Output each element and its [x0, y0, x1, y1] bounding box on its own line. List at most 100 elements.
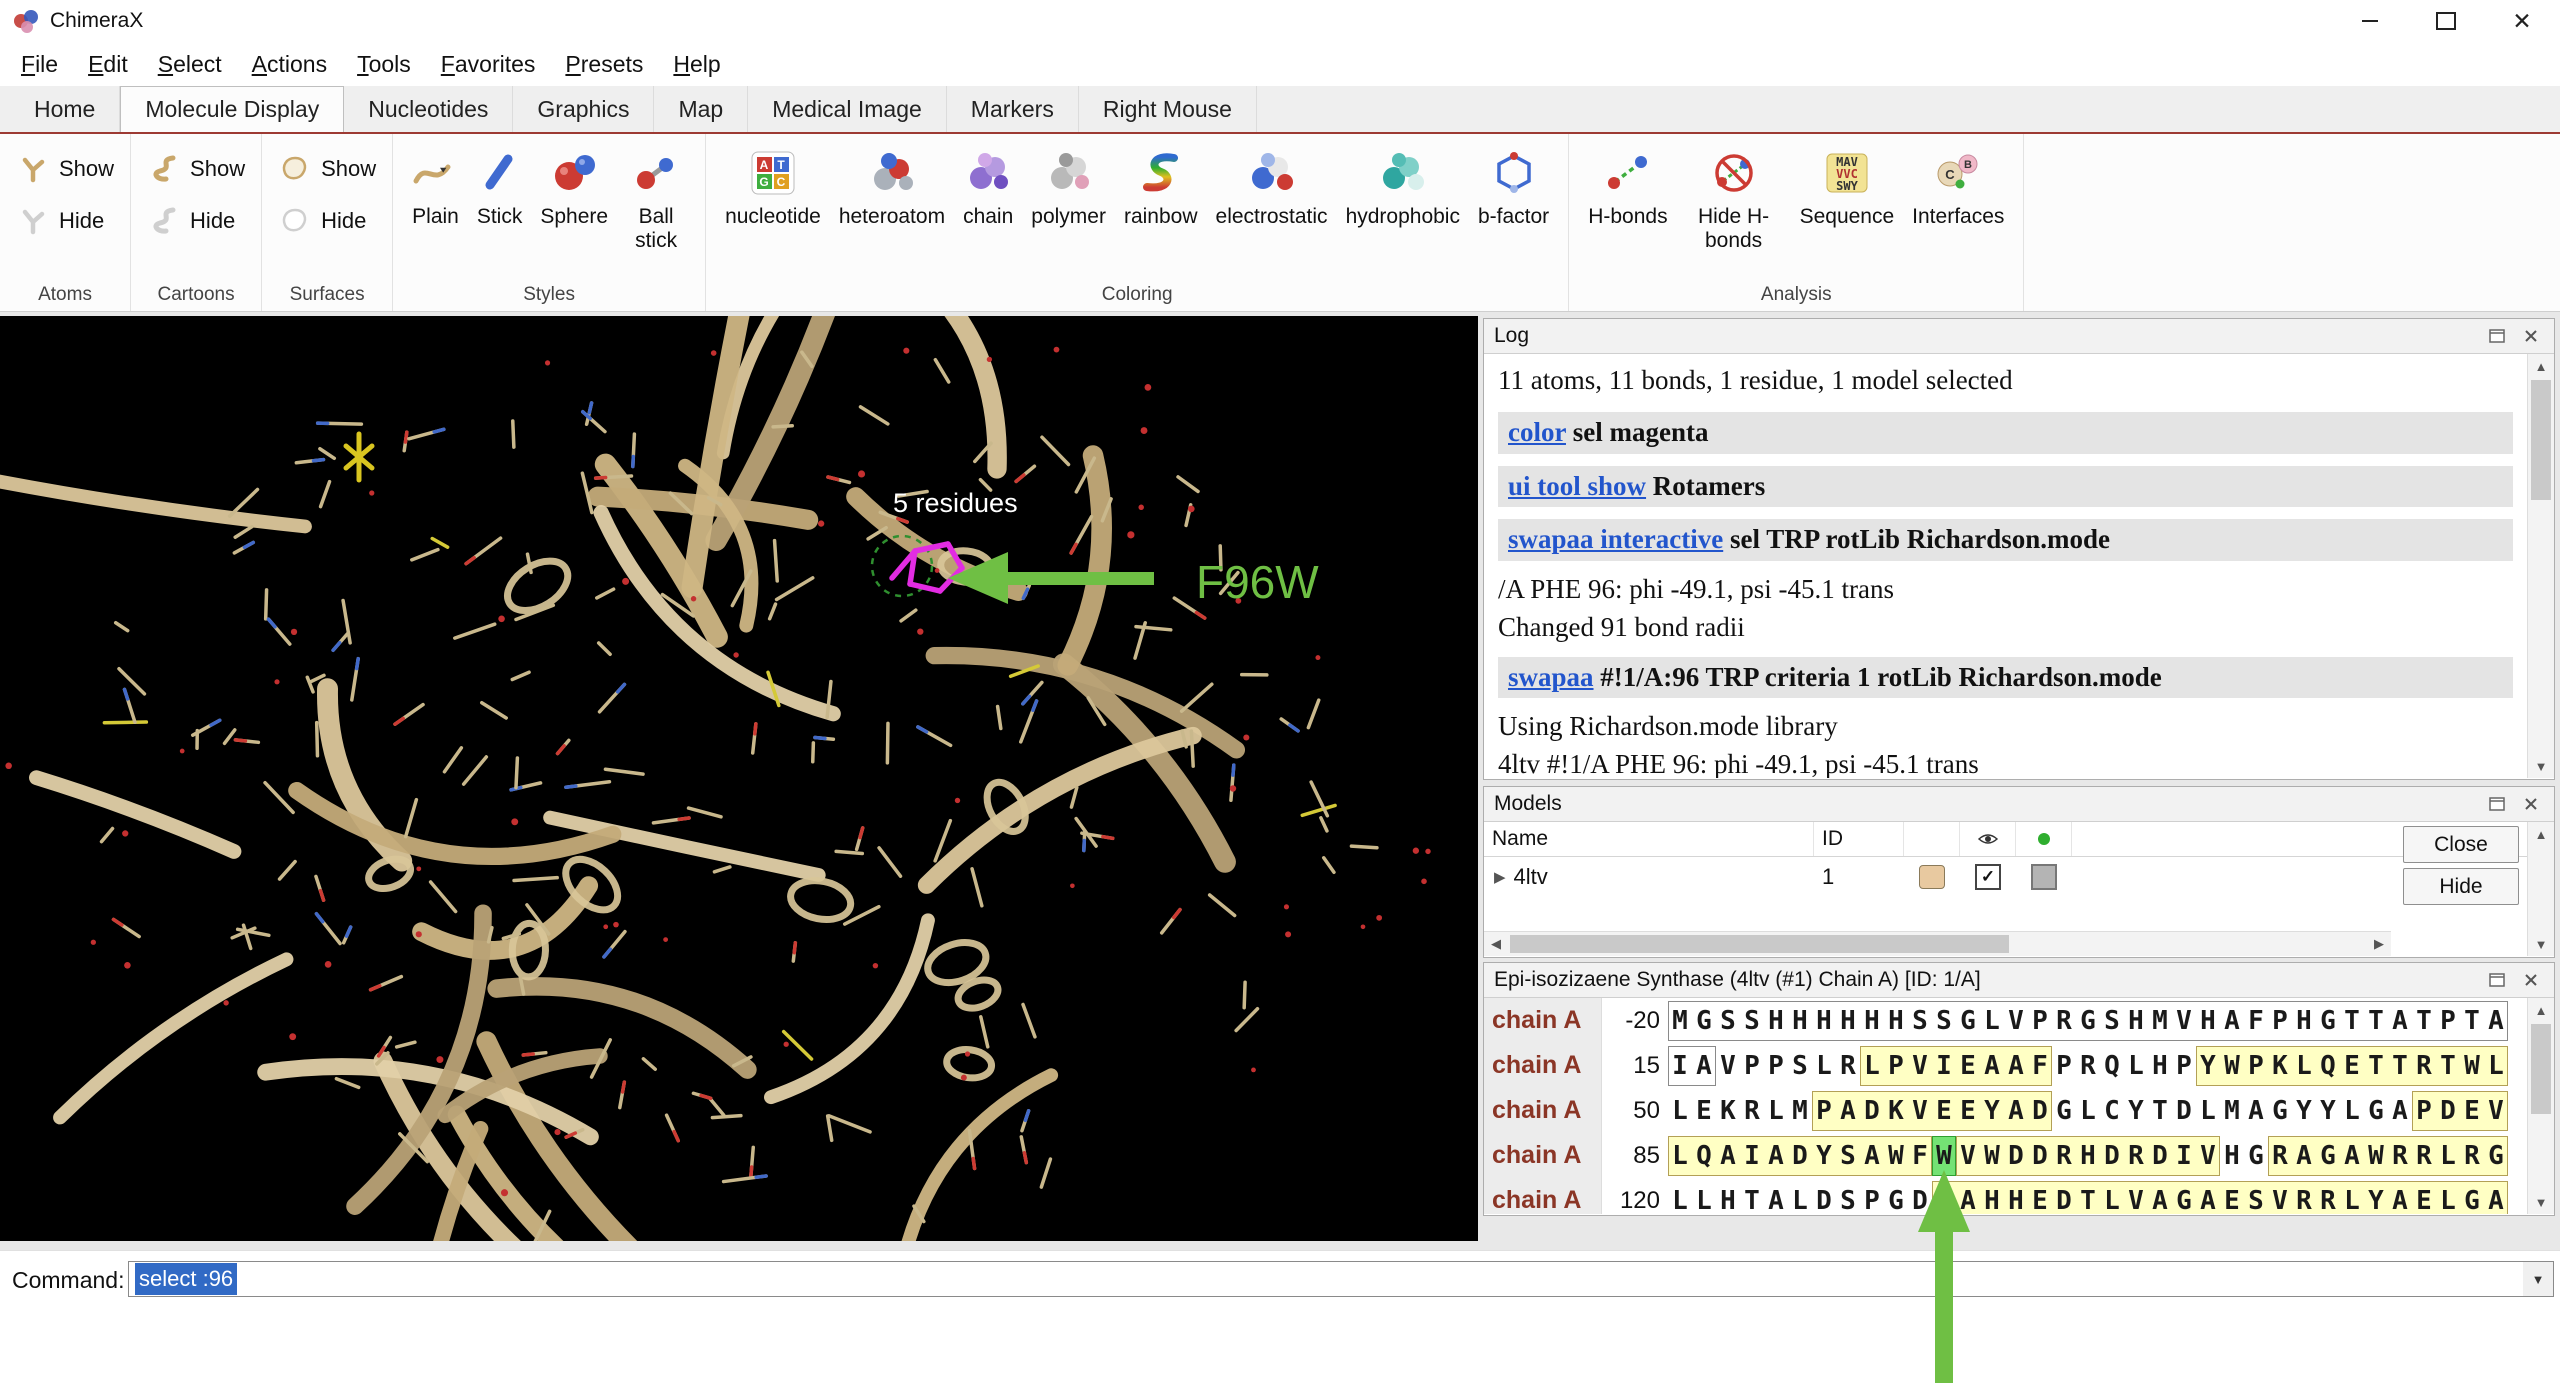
sequence-letter[interactable]: V: [2172, 1001, 2196, 1041]
sequence-letter[interactable]: T: [2460, 1001, 2484, 1041]
cartoons-show-button[interactable]: Show: [141, 148, 251, 190]
sequence-letter[interactable]: H: [1764, 1001, 1788, 1041]
sequence-letter[interactable]: A: [2244, 1091, 2268, 1131]
column-header-shown[interactable]: [1960, 822, 2016, 856]
sequence-letter[interactable]: T: [2148, 1091, 2172, 1131]
coloring-electrostatic-button[interactable]: electrostatic: [1207, 142, 1337, 231]
sequence-letter[interactable]: H: [1884, 1001, 1908, 1041]
scroll-down-icon[interactable]: ▼: [2528, 754, 2554, 778]
sequence-letter[interactable]: I: [1740, 1136, 1764, 1176]
sequence-letter[interactable]: L: [2196, 1091, 2220, 1131]
sequence-letter[interactable]: L: [2076, 1091, 2100, 1131]
coloring-heteroatom-button[interactable]: heteroatom: [830, 142, 954, 231]
atoms-hide-button[interactable]: Hide: [10, 200, 120, 242]
tab-map[interactable]: Map: [654, 86, 748, 132]
sequence-letter[interactable]: E: [2412, 1181, 2436, 1215]
style-plain-button[interactable]: Plain: [403, 142, 468, 231]
sequence-letter[interactable]: G: [2484, 1136, 2508, 1176]
sequence-letter[interactable]: G: [2052, 1091, 2076, 1131]
menu-favorites[interactable]: Favorites: [426, 45, 551, 84]
sequence-letter[interactable]: A: [2196, 1181, 2220, 1215]
sequence-letter[interactable]: G: [2268, 1091, 2292, 1131]
sequence-letter[interactable]: D: [1812, 1181, 1836, 1215]
sequence-letter[interactable]: P: [1764, 1046, 1788, 1086]
sequence-letter[interactable]: E: [2340, 1046, 2364, 1086]
sequence-letter[interactable]: R: [2460, 1136, 2484, 1176]
sequence-letter[interactable]: M: [1668, 1001, 1692, 1041]
sequence-letter[interactable]: E: [1956, 1046, 1980, 1086]
sequence-letter[interactable]: L: [2484, 1046, 2508, 1086]
menu-select[interactable]: Select: [143, 45, 237, 84]
sequence-letter[interactable]: I: [1932, 1046, 1956, 1086]
sequence-letter[interactable]: W: [1932, 1136, 1956, 1176]
column-header-selected[interactable]: [2016, 822, 2072, 856]
tab-molecule-display[interactable]: Molecule Display: [120, 86, 344, 132]
sequence-letter[interactable]: V: [1956, 1136, 1980, 1176]
sequence-letter[interactable]: D: [2172, 1091, 2196, 1131]
sequence-letter[interactable]: E: [2028, 1181, 2052, 1215]
surfaces-hide-button[interactable]: Hide: [272, 200, 382, 242]
sequence-letter[interactable]: W: [2460, 1046, 2484, 1086]
sequence-letter[interactable]: A: [2292, 1136, 2316, 1176]
tab-nucleotides[interactable]: Nucleotides: [344, 86, 513, 132]
sequence-letter[interactable]: C: [2100, 1091, 2124, 1131]
sequence-letter[interactable]: E: [1692, 1091, 1716, 1131]
sequence-letter[interactable]: D: [2436, 1091, 2460, 1131]
sequence-letter[interactable]: K: [1716, 1091, 1740, 1131]
sequence-letter[interactable]: H: [1812, 1001, 1836, 1041]
surfaces-show-button[interactable]: Show: [272, 148, 382, 190]
sequence-letter[interactable]: T: [2388, 1046, 2412, 1086]
sequence-letter[interactable]: V: [2196, 1136, 2220, 1176]
sequence-letter[interactable]: P: [2244, 1046, 2268, 1086]
sequence-letter[interactable]: R: [2076, 1046, 2100, 1086]
menu-help[interactable]: Help: [658, 45, 735, 84]
sequence-button[interactable]: MAVVVCSWY Sequence: [1791, 142, 1904, 231]
sequence-letter[interactable]: H: [2124, 1001, 2148, 1041]
models-close-button[interactable]: Close: [2403, 826, 2519, 863]
scroll-left-icon[interactable]: ◀: [1484, 932, 1508, 956]
models-h-scrollbar[interactable]: ◀ ▶: [1484, 931, 2391, 956]
log-command-link[interactable]: color: [1508, 417, 1566, 447]
sequence-letter[interactable]: P: [2028, 1001, 2052, 1041]
sequence-letter[interactable]: R: [2412, 1136, 2436, 1176]
sequence-letter[interactable]: P: [1860, 1181, 1884, 1215]
sequence-letter[interactable]: A: [1932, 1181, 1956, 1215]
sequence-letter[interactable]: D: [2148, 1136, 2172, 1176]
sequence-letter[interactable]: Y: [2292, 1091, 2316, 1131]
sequence-letter[interactable]: E: [1956, 1091, 1980, 1131]
command-input[interactable]: select :96: [128, 1261, 2524, 1297]
close-panel-icon[interactable]: [2518, 325, 2544, 347]
sequence-letter[interactable]: V: [2268, 1181, 2292, 1215]
scroll-thumb[interactable]: [2531, 1024, 2551, 1114]
close-panel-icon[interactable]: [2518, 793, 2544, 815]
sequence-letter[interactable]: Y: [2124, 1091, 2148, 1131]
sequence-letter[interactable]: P: [1740, 1046, 1764, 1086]
sequence-letter[interactable]: D: [2100, 1136, 2124, 1176]
sequence-letter[interactable]: R: [2292, 1181, 2316, 1215]
sequence-letter[interactable]: S: [1716, 1001, 1740, 1041]
sequence-letter[interactable]: A: [1980, 1046, 2004, 1086]
sequence-letter[interactable]: G: [2172, 1181, 2196, 1215]
sequence-letter[interactable]: L: [2292, 1046, 2316, 1086]
sequence-letter[interactable]: R: [2388, 1136, 2412, 1176]
style-stick-button[interactable]: Stick: [468, 142, 532, 231]
undock-icon[interactable]: [2484, 793, 2510, 815]
sequence-letter[interactable]: D: [2052, 1181, 2076, 1215]
coloring-rainbow-button[interactable]: rainbow: [1115, 142, 1207, 231]
column-header-id[interactable]: ID: [1814, 822, 1904, 856]
sequence-letter[interactable]: A: [2148, 1181, 2172, 1215]
sequence-letter[interactable]: A: [2388, 1091, 2412, 1131]
coloring-nucleotide-button[interactable]: ATGC nucleotide: [716, 142, 830, 231]
sequence-letter[interactable]: W: [2220, 1046, 2244, 1086]
sequence-letter[interactable]: R: [1836, 1046, 1860, 1086]
sequence-letter[interactable]: T: [2436, 1046, 2460, 1086]
scroll-thumb[interactable]: [1510, 935, 2009, 953]
sequence-letter[interactable]: A: [1764, 1181, 1788, 1215]
sequence-letter[interactable]: P: [1884, 1046, 1908, 1086]
sequence-letter[interactable]: W: [2364, 1136, 2388, 1176]
sequence-letter[interactable]: P: [2436, 1001, 2460, 1041]
log-scrollbar[interactable]: ▲ ▼: [2527, 354, 2554, 778]
sequence-letter[interactable]: A: [1716, 1136, 1740, 1176]
scroll-up-icon[interactable]: ▲: [2528, 354, 2554, 378]
graphics-viewport[interactable]: F96W5 residues: [0, 316, 1478, 1241]
